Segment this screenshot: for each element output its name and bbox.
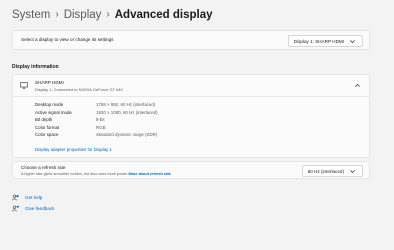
refresh-rate-title: Choose a refresh rate	[21, 165, 66, 170]
property-value: Standard dynamic range (SDR)	[96, 132, 158, 138]
select-display-card: Select a display to view or change its s…	[12, 30, 370, 50]
display-adapter-properties-link[interactable]: Display adapter properties for Display 1	[35, 147, 112, 152]
property-label: Bit depth	[35, 117, 53, 123]
property-label: Active signal mode	[35, 109, 72, 115]
display-information-heading: Display information	[12, 64, 59, 70]
get-help-link[interactable]: Get help	[12, 194, 42, 201]
monitor-icon	[20, 82, 28, 89]
chevron-up-icon[interactable]	[354, 82, 361, 89]
property-value: 8-bit	[96, 117, 105, 123]
refresh-rate-dropdown[interactable]: 60 Hz (interlaced)	[301, 165, 363, 177]
more-about-refresh-rate-link[interactable]: More about refresh rate	[128, 172, 170, 176]
get-help-label: Get help	[25, 195, 43, 200]
property-label: Desktop mode	[35, 102, 64, 107]
page-title: Advanced display	[114, 9, 213, 21]
chevron-down-icon	[350, 169, 355, 173]
chevron-down-icon	[350, 39, 355, 43]
display-connection: Display 1: Connected to NVIDIA GeForce G…	[35, 87, 123, 92]
breadcrumb-separator: ›	[106, 9, 110, 20]
refresh-rate-value: 60 Hz (interlaced)	[307, 168, 344, 174]
give-feedback-link[interactable]: Give feedback	[12, 205, 54, 212]
property-value: 1920 × 1080, 60 Hz (interlaced)	[96, 109, 158, 115]
breadcrumb-separator: ›	[55, 9, 59, 20]
advanced-display-page: System › Display › Advanced display Sele…	[0, 0, 394, 250]
property-value: RGB	[96, 124, 106, 130]
display-dropdown[interactable]: Display 1: SHARP HDMI	[287, 35, 363, 47]
breadcrumb-display[interactable]: Display	[64, 7, 102, 23]
display-name: SHARP HDMI	[35, 80, 64, 85]
property-value: 1768 × 992, 60 Hz (interlaced)	[96, 102, 156, 107]
property-label: Color space	[35, 132, 59, 138]
refresh-rate-description: A higher rate gives smoother motion, but…	[21, 172, 171, 176]
help-person-icon	[12, 194, 19, 201]
select-display-label: Select a display to view or change its s…	[21, 37, 114, 42]
display-info-header[interactable]: SHARP HDMI Display 1: Connected to NVIDI…	[13, 75, 369, 96]
refresh-rate-card: Choose a refresh rate A higher rate give…	[12, 161, 370, 179]
feedback-person-icon	[12, 205, 19, 212]
display-dropdown-value: Display 1: SHARP HDMI	[293, 38, 344, 44]
breadcrumb-system[interactable]: System	[12, 7, 50, 23]
give-feedback-label: Give feedback	[25, 206, 55, 211]
divider	[13, 96, 369, 97]
property-label: Color format	[35, 124, 60, 130]
display-information-card: SHARP HDMI Display 1: Connected to NVIDI…	[12, 74, 370, 158]
breadcrumb: System › Display › Advanced display	[12, 7, 213, 23]
refresh-rate-description-text: A higher rate gives smoother motion, but…	[21, 172, 128, 176]
